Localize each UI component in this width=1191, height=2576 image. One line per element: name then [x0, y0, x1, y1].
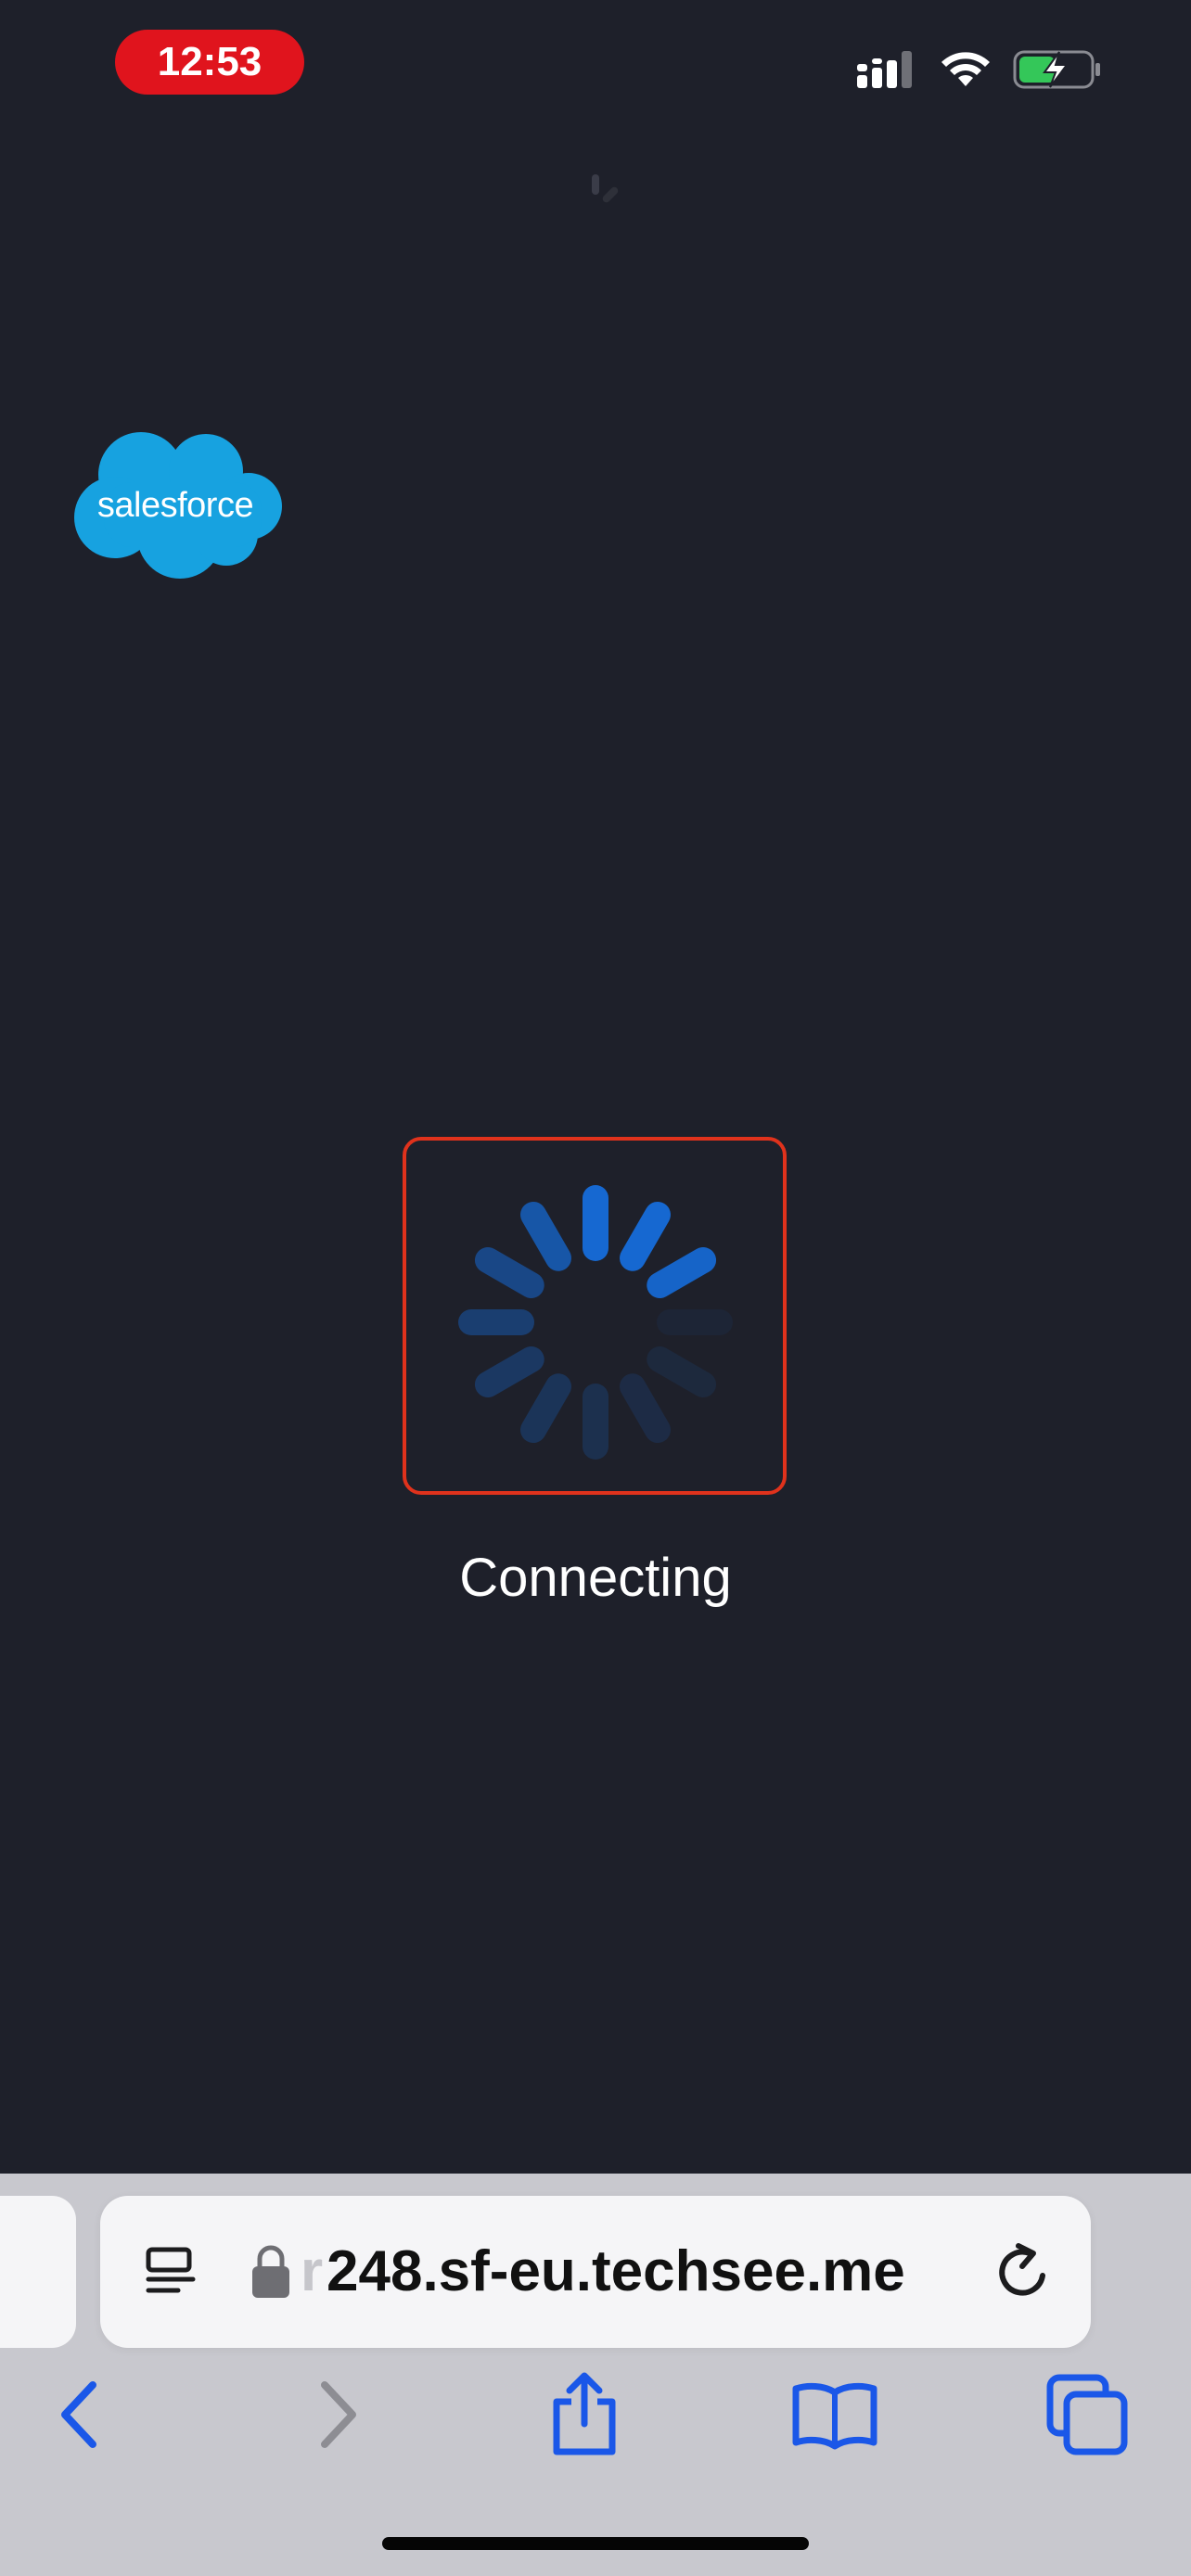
- back-button[interactable]: [35, 2370, 124, 2459]
- address-bar[interactable]: r 248.sf-eu.techsee.me: [100, 2196, 1091, 2348]
- back-icon: [61, 2381, 96, 2448]
- previous-tab-card[interactable]: [0, 2196, 76, 2348]
- bookmarks-icon: [792, 2382, 877, 2450]
- tabs-button[interactable]: [1043, 2370, 1132, 2459]
- battery-charging-icon: [1013, 50, 1100, 89]
- home-indicator: [382, 2537, 809, 2550]
- status-time: 12:53: [115, 30, 304, 95]
- url-faded-prefix: r: [301, 2239, 324, 2303]
- salesforce-logo-text: salesforce: [96, 485, 254, 525]
- bookmarks-button[interactable]: [790, 2370, 879, 2459]
- wifi-icon: [941, 52, 990, 86]
- status-icons: [857, 37, 1102, 102]
- lock-icon: [252, 2245, 289, 2298]
- url-text[interactable]: 248.sf-eu.techsee.me: [327, 2231, 905, 2313]
- share-icon: [553, 2372, 616, 2455]
- cellular-signal-icon: [857, 51, 912, 88]
- loading-spinner-icon: [458, 1185, 733, 1460]
- reader-mode-icon[interactable]: [141, 2242, 200, 2302]
- salesforce-logo: salesforce: [67, 427, 284, 584]
- forward-icon: [321, 2381, 356, 2448]
- tabs-icon: [1046, 2374, 1128, 2455]
- reload-icon[interactable]: [991, 2238, 1057, 2305]
- forward-button[interactable]: [293, 2370, 382, 2459]
- connecting-status-text: Connecting: [459, 1548, 732, 1608]
- share-button[interactable]: [540, 2370, 629, 2459]
- page-loading-icon: [592, 174, 619, 203]
